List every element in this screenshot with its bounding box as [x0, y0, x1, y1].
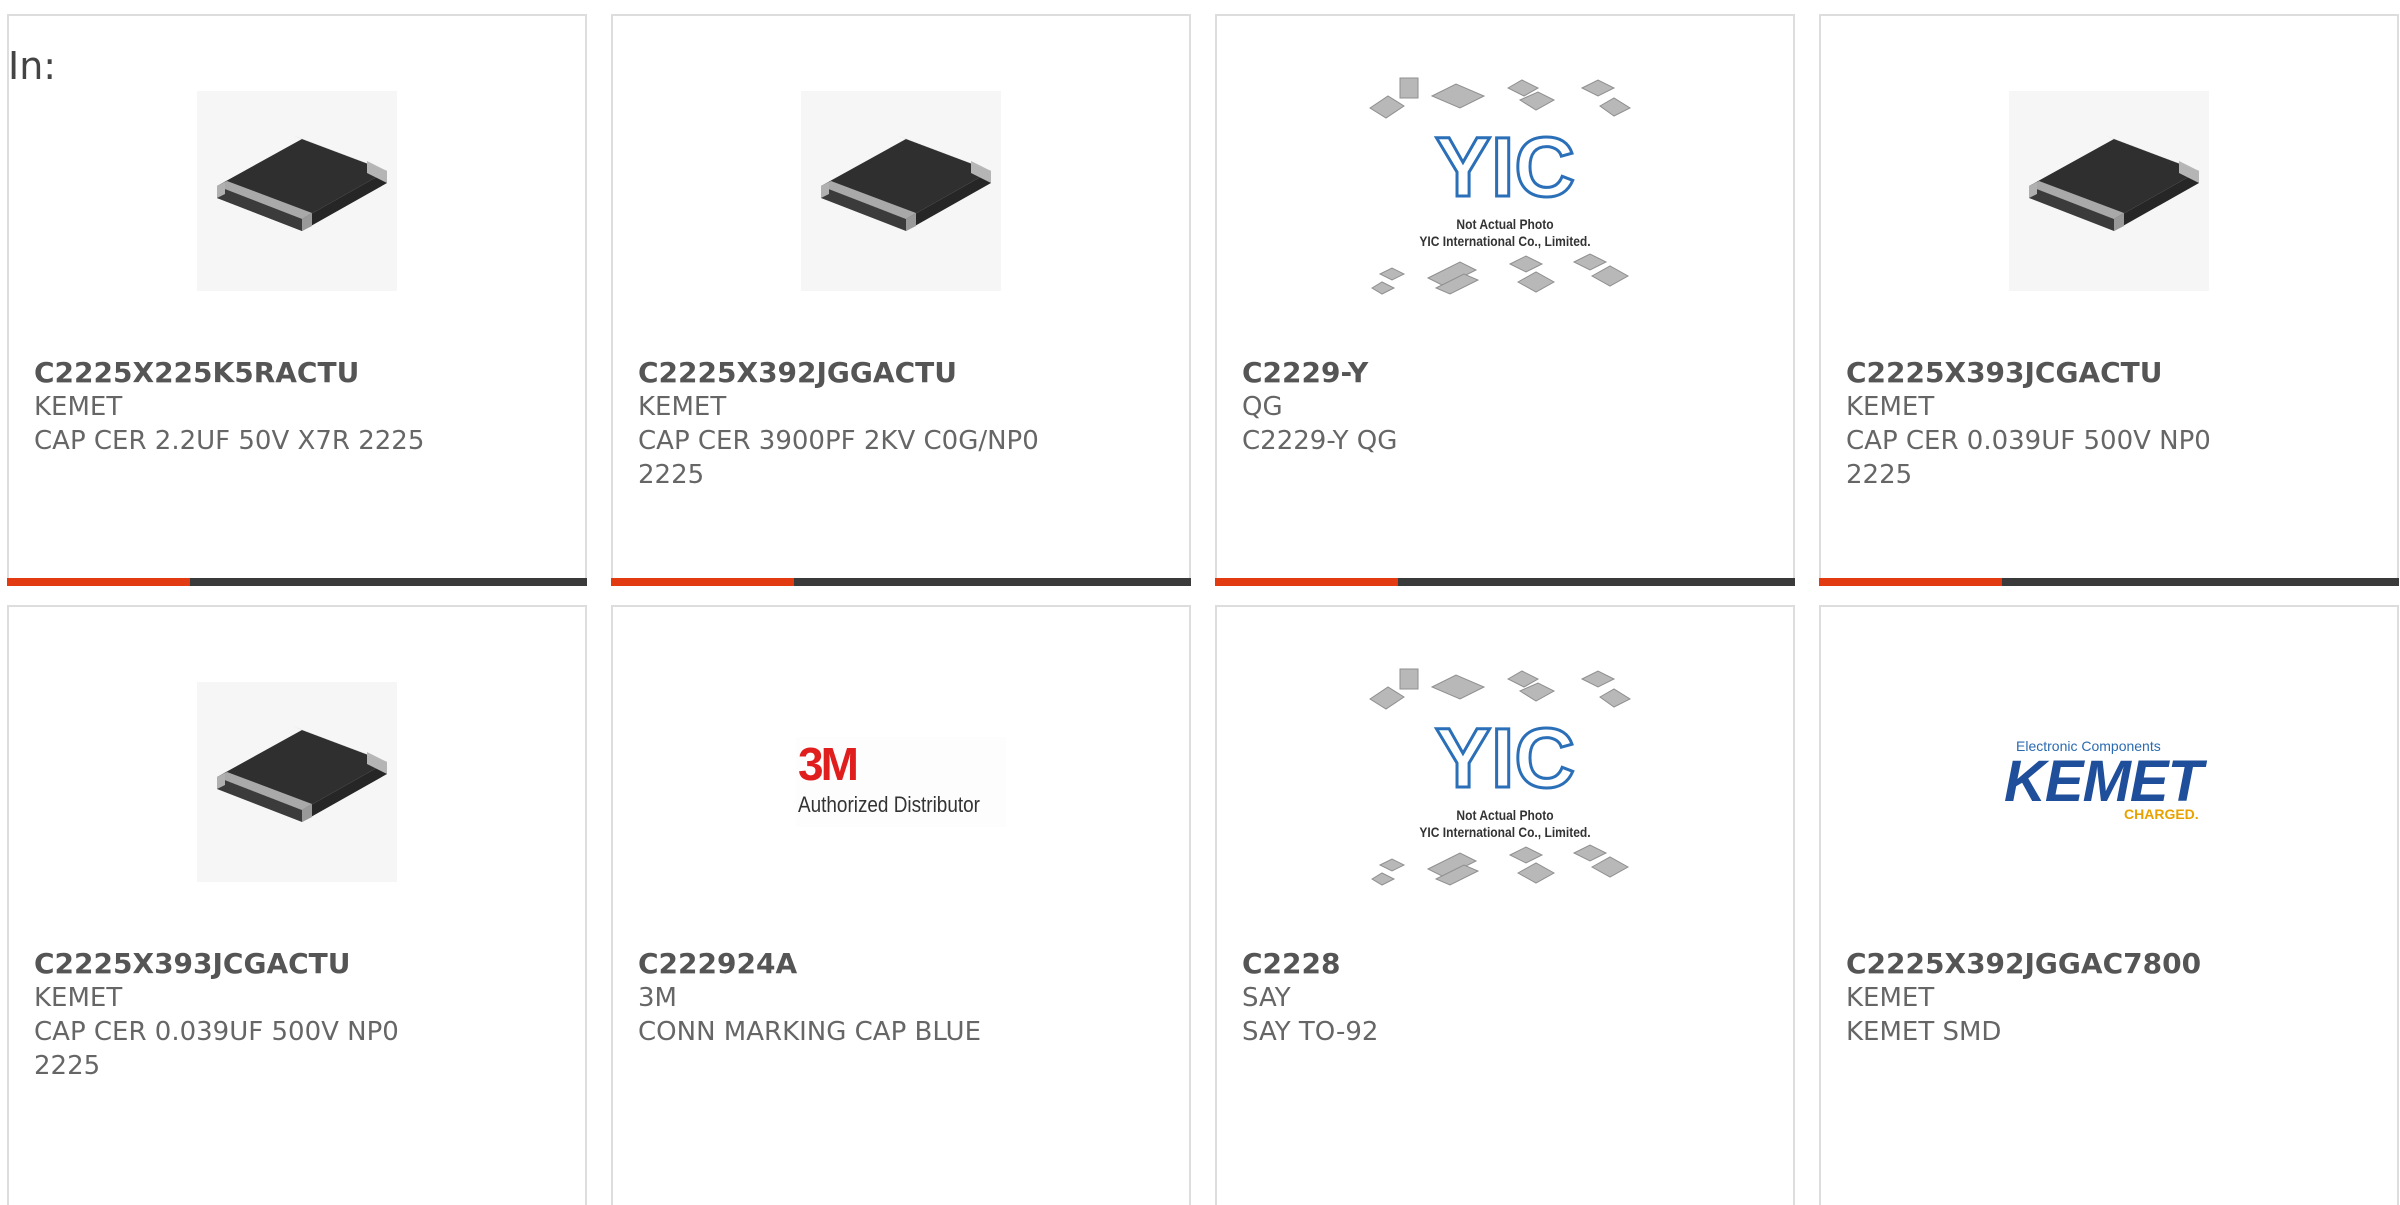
description: KEMET SMD [1846, 1017, 2002, 1047]
filter-label: In: [8, 44, 57, 88]
description: CAP CER 3900PF 2KV C0G/NP0 2225 [638, 426, 1039, 490]
card-progress-fill [1215, 578, 1398, 586]
part-number[interactable]: C2229-Y [1242, 356, 1773, 390]
part-number[interactable]: C2225X225K5RACTU [34, 356, 565, 390]
product-image [9, 662, 585, 902]
part-number[interactable]: C2225X393JCGACTU [34, 947, 565, 981]
card-progress-bar [7, 578, 587, 586]
card-progress-bar [1819, 578, 2399, 586]
product-card[interactable]: C2225X393JCGACTU KEMET CAP CER 0.039UF 5… [7, 605, 587, 1205]
manufacturer: QG [1242, 392, 1283, 422]
description: CAP CER 2.2UF 50V X7R 2225 [34, 426, 425, 456]
svg-text:YIC: YIC [1435, 120, 1575, 214]
manufacturer: KEMET [1846, 983, 1935, 1013]
3m-logo-subtitle: Authorized Distributor [798, 792, 980, 817]
card-progress-fill [7, 578, 190, 586]
product-card[interactable]: YIC Not Actual Photo YIC International C… [1215, 605, 1795, 1205]
product-card[interactable]: 3M Authorized Distributor C222924A 3M CO… [611, 605, 1191, 1205]
note-line-1: Not Actual Photo [1456, 807, 1554, 823]
manufacturer: KEMET [638, 392, 727, 422]
product-card[interactable]: YIC Not Actual Photo YIC International C… [1215, 14, 1795, 586]
product-image: YIC Not Actual Photo YIC International C… [1217, 662, 1793, 902]
capacitor-chip-image [197, 91, 397, 291]
note-line-2: YIC International Co., Limited. [1419, 233, 1591, 249]
product-image [1821, 71, 2397, 311]
capacitor-chip-image [197, 682, 397, 882]
description: CAP CER 0.039UF 500V NP0 2225 [34, 1017, 399, 1081]
product-card[interactable]: C2225X392JGGACTU KEMET CAP CER 3900PF 2K… [611, 14, 1191, 586]
card-progress-fill [1819, 578, 2002, 586]
kemet-logo-tag: CHARGED. [2124, 806, 2199, 822]
kemet-logo-image: Electronic Components KEMET CHARGED. [2004, 732, 2214, 832]
kemet-logo-name: KEMET [2004, 749, 2203, 814]
product-image: YIC Not Actual Photo YIC International C… [1217, 71, 1793, 311]
yic-placeholder-image: YIC Not Actual Photo YIC International C… [1360, 657, 1650, 907]
part-number[interactable]: C2228 [1242, 947, 1773, 981]
product-card[interactable]: C2225X225K5RACTU KEMET CAP CER 2.2UF 50V… [7, 14, 587, 586]
product-image: Electronic Components KEMET CHARGED. [1821, 662, 2397, 902]
not-actual-photo-note: Not Actual Photo YIC International Co., … [1380, 807, 1629, 841]
card-progress-fill [611, 578, 794, 586]
product-card[interactable]: Electronic Components KEMET CHARGED. C22… [1819, 605, 2399, 1205]
product-image [613, 71, 1189, 311]
yic-placeholder-image: YIC Not Actual Photo YIC International C… [1360, 66, 1650, 316]
description: SAY TO-92 [1242, 1017, 1379, 1047]
description: CAP CER 0.039UF 500V NP0 2225 [1846, 426, 2211, 490]
product-grid: C2225X225K5RACTU KEMET CAP CER 2.2UF 50V… [0, 0, 2400, 1205]
note-line-1: Not Actual Photo [1456, 216, 1554, 232]
manufacturer: KEMET [34, 983, 123, 1013]
product-image: 3M Authorized Distributor [613, 662, 1189, 902]
manufacturer: KEMET [1846, 392, 1935, 422]
description: CONN MARKING CAP BLUE [638, 1017, 982, 1047]
part-number[interactable]: C2225X392JGGACTU [638, 356, 1169, 390]
description: C2229-Y QG [1242, 426, 1398, 456]
card-progress-bar [1215, 578, 1795, 586]
card-progress-bar [611, 578, 1191, 586]
capacitor-chip-image [801, 91, 1001, 291]
manufacturer: 3M [638, 983, 677, 1013]
not-actual-photo-note: Not Actual Photo YIC International Co., … [1380, 216, 1629, 250]
product-card[interactable]: C2225X393JCGACTU KEMET CAP CER 0.039UF 5… [1819, 14, 2399, 586]
note-line-2: YIC International Co., Limited. [1419, 824, 1591, 840]
product-image [9, 71, 585, 311]
capacitor-chip-image [2009, 91, 2209, 291]
part-number[interactable]: C2225X393JCGACTU [1846, 356, 2377, 390]
manufacturer: SAY [1242, 983, 1291, 1013]
3m-logo-mark: 3M [798, 738, 859, 790]
part-number[interactable]: C2225X392JGGAC7800 [1846, 947, 2377, 981]
part-number[interactable]: C222924A [638, 947, 1169, 981]
manufacturer: KEMET [34, 392, 123, 422]
svg-text:YIC: YIC [1435, 711, 1575, 805]
3m-logo-image: 3M Authorized Distributor [796, 737, 1006, 827]
